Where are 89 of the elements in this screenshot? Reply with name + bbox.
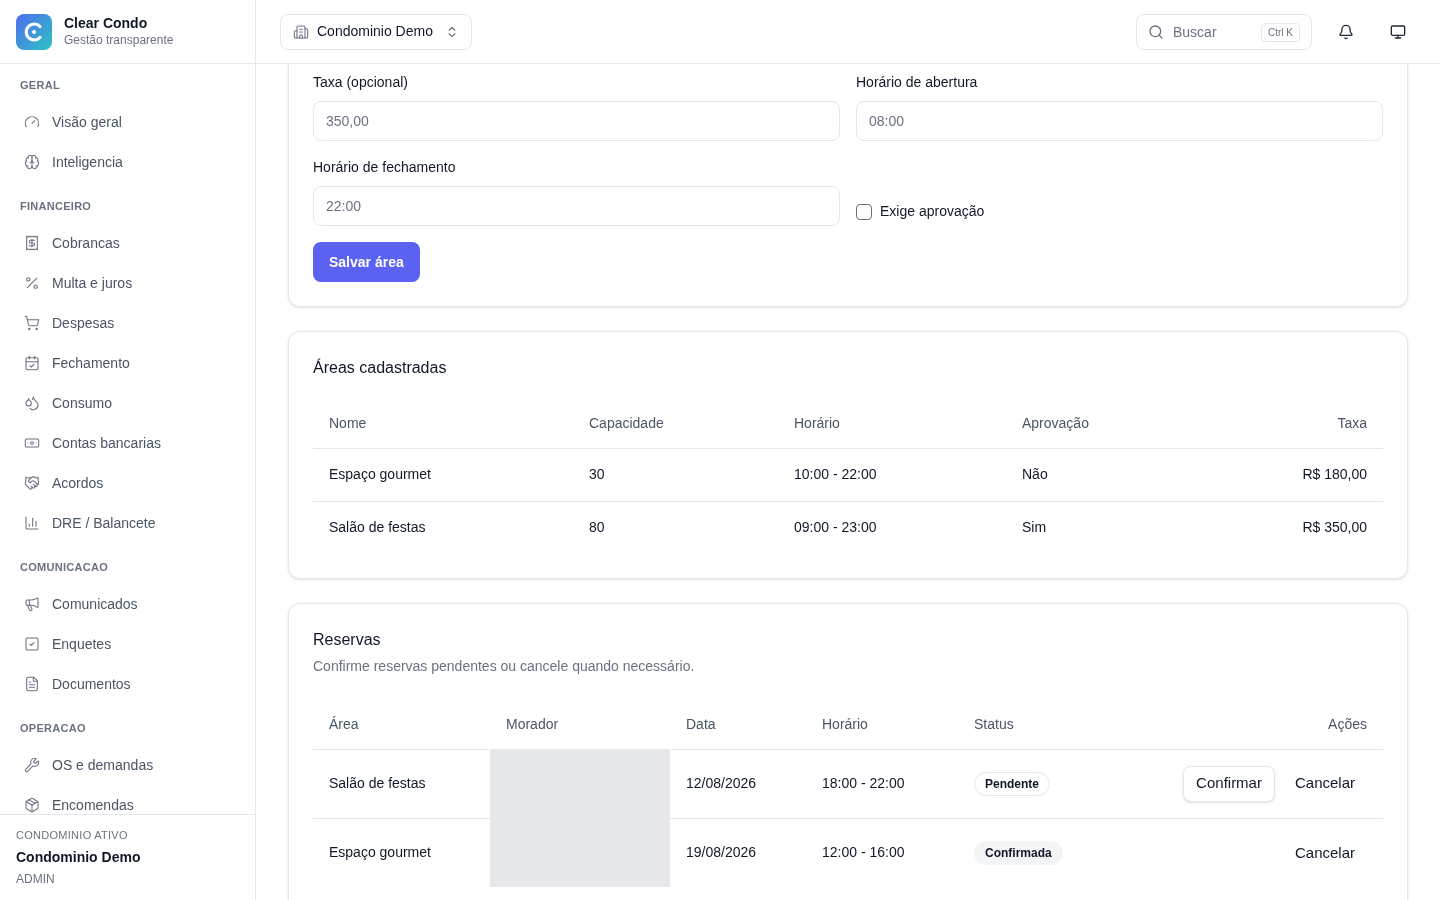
input-field[interactable]: 08:00 xyxy=(856,101,1383,141)
sidebar-item[interactable]: Inteligencia xyxy=(16,142,239,182)
sidebar-item[interactable]: DRE / Balancete xyxy=(16,503,239,543)
column-header: Morador xyxy=(490,701,670,749)
banknote-icon xyxy=(24,435,40,451)
brain-icon xyxy=(24,154,40,170)
table-cell: Salão de festas xyxy=(313,501,573,554)
sidebar-item[interactable]: Fechamento xyxy=(16,343,239,383)
column-header: Nome xyxy=(313,400,573,448)
logo-icon xyxy=(16,13,52,50)
sidebar-item[interactable]: Enquetes xyxy=(16,624,239,664)
column-header: Ações xyxy=(1110,701,1383,749)
checkbox-icon xyxy=(24,636,40,652)
save-button[interactable]: Salvar área xyxy=(313,242,420,282)
table-cell: 18:00 - 22:00 xyxy=(806,749,958,818)
shortcut-hint: Ctrl K xyxy=(1261,22,1300,42)
handshake-icon xyxy=(24,475,40,491)
section-heading: OPERACAO xyxy=(19,720,87,736)
percent-icon xyxy=(24,275,40,291)
sidebar-item[interactable]: Contas bancarias xyxy=(16,423,239,463)
column-header: Taxa xyxy=(1196,400,1383,448)
column-header: Horário xyxy=(806,701,958,749)
table-cell: R$ 350,00 xyxy=(1196,501,1383,554)
section-heading: GERAL xyxy=(19,77,61,93)
field-label: Taxa (opcional) xyxy=(313,73,409,92)
building-icon xyxy=(293,23,309,40)
monitor-icon xyxy=(1390,23,1406,40)
table-cell: 19/08/2026 xyxy=(670,818,806,887)
package-icon xyxy=(24,797,40,813)
column-header: Aprovação xyxy=(1006,400,1197,448)
user-role: ADMIN xyxy=(16,871,56,888)
table-cell: Sim xyxy=(1006,501,1197,554)
column-header: Status xyxy=(958,701,1111,749)
brand-name: Clear Condo xyxy=(64,15,149,33)
sidebar-item[interactable]: Multa e juros xyxy=(16,263,239,303)
table-cell: Não xyxy=(1006,448,1197,501)
calendar-check-icon xyxy=(24,355,40,371)
bell-icon xyxy=(1338,23,1354,40)
brand-tagline: Gestão transparente xyxy=(64,32,174,48)
column-header: Horário xyxy=(778,400,1006,448)
status-badge: Confirmada xyxy=(974,840,1063,865)
column-header: Área xyxy=(313,701,490,749)
active-condo-name: Condominio Demo xyxy=(16,848,142,867)
cart-icon xyxy=(24,315,40,331)
column-header: Data xyxy=(670,701,806,749)
table-cell: Espaço gourmet xyxy=(313,448,573,501)
field-label: Horário de fechamento xyxy=(313,158,457,177)
table-cell: R$ 180,00 xyxy=(1196,448,1383,501)
condo-selector[interactable]: Condominio Demo xyxy=(280,13,472,50)
column-header: Capacidade xyxy=(573,400,778,448)
cancel-button[interactable]: Cancelar xyxy=(1282,765,1367,802)
field-label: Horário de abertura xyxy=(856,73,979,92)
sidebar-item[interactable]: Consumo xyxy=(16,383,239,423)
sidebar-item[interactable]: Documentos xyxy=(16,664,239,704)
table-cell: 30 xyxy=(573,448,778,501)
card-subtitle: Confirme reservas pendentes ou cancele quando necessário. xyxy=(313,657,696,676)
table-cell: 09:00 - 23:00 xyxy=(778,501,1006,554)
search-icon xyxy=(1148,23,1164,40)
card-title: Reservas xyxy=(313,630,382,650)
sidebar-item[interactable]: Acordos xyxy=(16,463,239,503)
input-field[interactable]: 350,00 xyxy=(313,101,840,141)
sidebar-item[interactable]: OS e demandas xyxy=(16,745,239,785)
megaphone-icon xyxy=(24,596,40,612)
sidebar-item[interactable]: Encomendas xyxy=(16,785,239,814)
input-field[interactable]: 22:00 xyxy=(313,186,840,226)
sidebar-item[interactable]: Comunicados xyxy=(16,584,239,624)
table-cell: 10:00 - 22:00 xyxy=(778,448,1006,501)
document-icon xyxy=(24,676,40,692)
section-heading: COMUNICACAO xyxy=(19,559,109,575)
gauge-icon xyxy=(24,114,40,130)
footer-caption: CONDOMINIO ATIVO xyxy=(16,827,129,843)
sidebar-item[interactable]: Cobrancas xyxy=(16,223,239,263)
section-heading: FINANCEIRO xyxy=(19,198,93,214)
droplets-icon xyxy=(24,395,40,411)
status-badge: Pendente xyxy=(974,771,1050,796)
confirm-button[interactable]: Confirmar xyxy=(1183,765,1275,802)
table-cell: Salão de festas xyxy=(313,749,490,818)
table-cell: Espaço gourmet xyxy=(313,818,490,887)
table-cell: 12:00 - 16:00 xyxy=(806,818,958,887)
approval-checkbox[interactable]: Exige aprovação xyxy=(856,201,985,222)
table-cell: 12/08/2026 xyxy=(670,749,806,818)
wrench-icon xyxy=(24,757,40,773)
sidebar-item[interactable]: Visão geral xyxy=(16,102,239,142)
cancel-button[interactable]: Cancelar xyxy=(1282,834,1367,871)
sidebar-item[interactable]: Despesas xyxy=(16,303,239,343)
receipt-icon xyxy=(24,235,40,251)
table-cell: 80 xyxy=(573,501,778,554)
bar-chart-icon xyxy=(24,515,40,531)
card-title: Áreas cadastradas xyxy=(313,357,448,378)
